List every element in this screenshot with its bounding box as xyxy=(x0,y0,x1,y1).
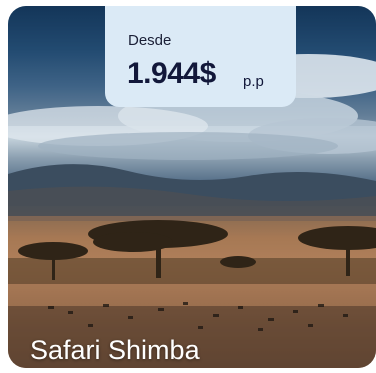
tour-card[interactable]: Desde 1.944$ p.p Safari Shimba xyxy=(8,6,376,368)
tour-title[interactable]: Safari Shimba xyxy=(30,337,200,364)
price-badge: Desde 1.944$ p.p xyxy=(105,6,296,107)
price-from-label: Desde xyxy=(128,32,172,49)
price-value: 1.944$ xyxy=(127,57,216,90)
price-unit: p.p xyxy=(243,73,264,90)
